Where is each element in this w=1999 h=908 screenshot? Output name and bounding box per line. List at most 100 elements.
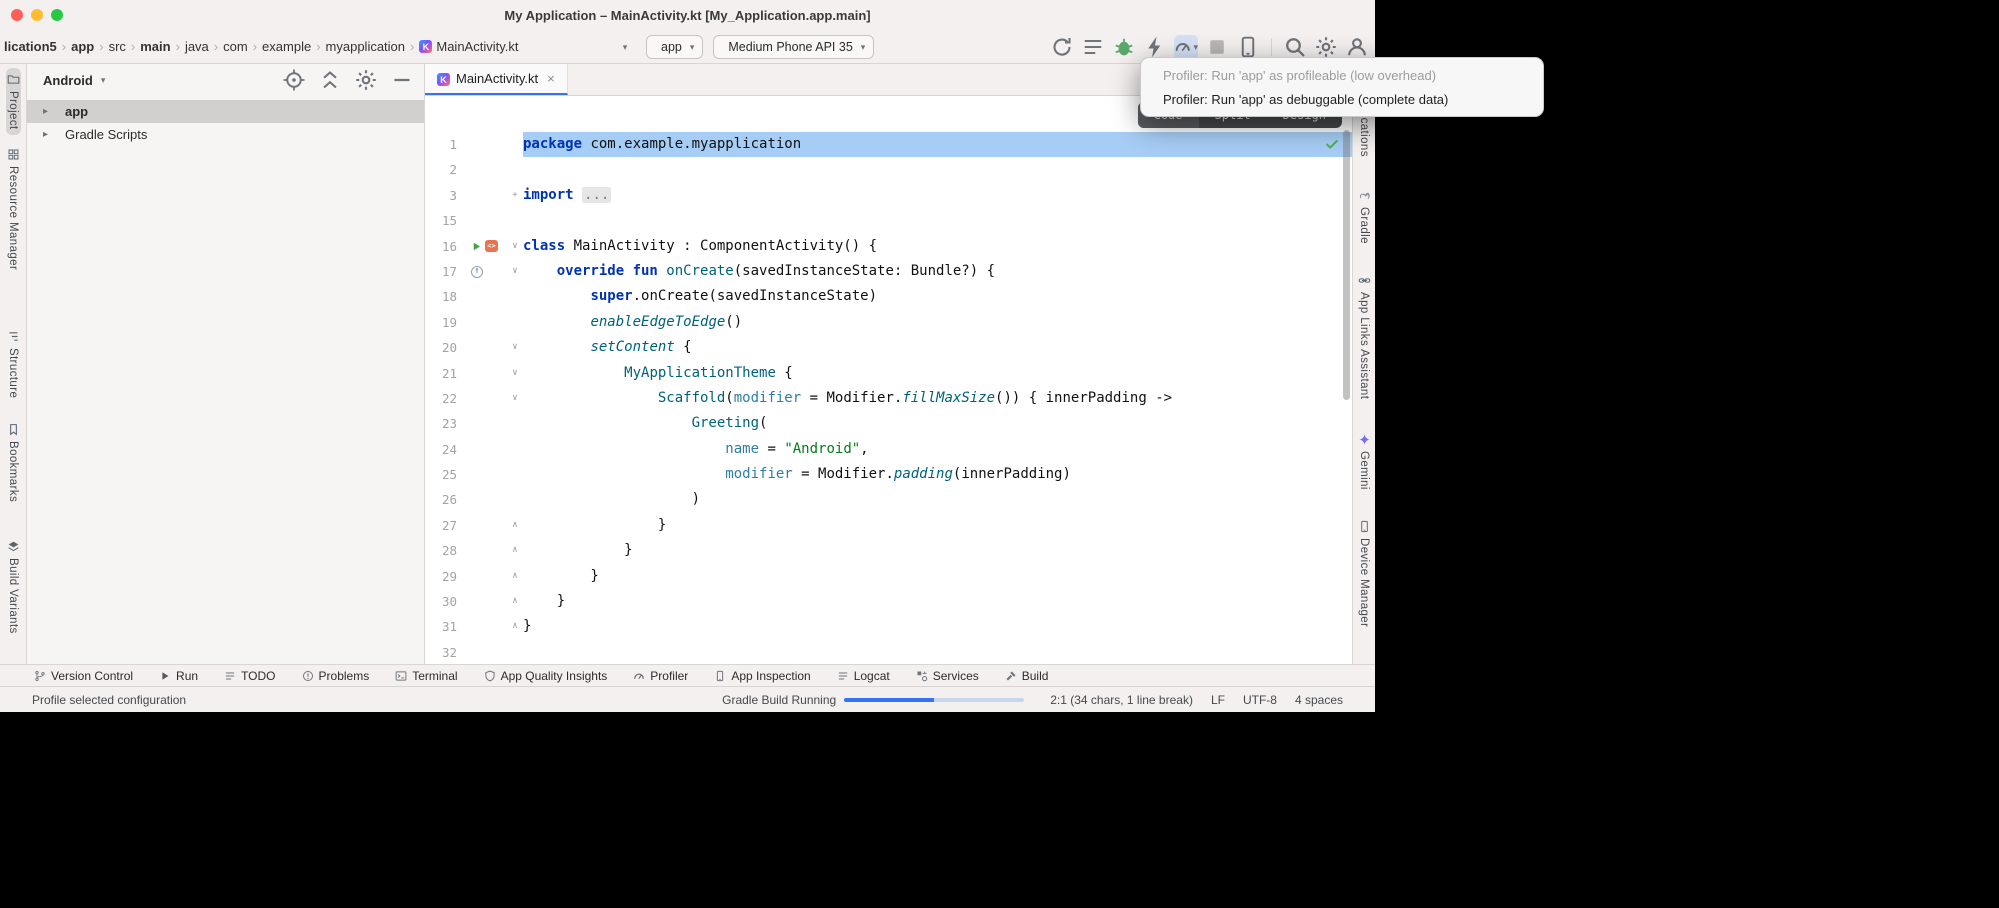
code-line-18[interactable]: 18 super.onCreate(savedInstanceState) (425, 284, 1352, 309)
editor-scrollbar[interactable] (1343, 130, 1350, 400)
breadcrumb-item[interactable]: com (221, 39, 250, 54)
chevron-right-icon[interactable]: ▸ (43, 129, 53, 140)
run-config-selector[interactable]: app▾ (646, 35, 703, 59)
tool-stripe-device-manager[interactable]: Device Manager (1357, 515, 1372, 632)
code-line-26[interactable]: 26 ) (425, 487, 1352, 512)
encoding[interactable]: UTF-8 (1243, 693, 1277, 707)
zoom-window-button[interactable] (51, 9, 63, 21)
fold-marker[interactable]: + (507, 183, 523, 208)
toolwindow-services[interactable]: Services (916, 669, 979, 683)
code-line-15[interactable]: 15 (425, 208, 1352, 233)
line-separator[interactable]: LF (1211, 693, 1225, 707)
breadcrumb-item[interactable]: lication5 (2, 39, 59, 54)
debug-button[interactable] (1112, 35, 1136, 59)
toolwindow-app-inspection[interactable]: App Inspection (714, 669, 810, 683)
code-line-25[interactable]: 25 modifier = Modifier.padding(innerPadd… (425, 462, 1352, 487)
breadcrumb-item[interactable]: main (138, 39, 172, 54)
device-selector[interactable]: Medium Phone API 35▾ (713, 35, 874, 59)
locate-file-button[interactable] (282, 68, 306, 92)
toolwindow-todo[interactable]: TODO (224, 669, 275, 683)
code-line-2[interactable]: 2 (425, 157, 1352, 182)
status-message[interactable]: Profile selected configuration (32, 693, 186, 707)
tool-stripe-gradle[interactable]: Gradle (1357, 184, 1372, 249)
code-line-16[interactable]: 16<>∨class MainActivity : ComponentActiv… (425, 234, 1352, 259)
code-line-19[interactable]: 19 enableEdgeToEdge() (425, 310, 1352, 335)
code-line-3[interactable]: 3+import ... (425, 183, 1352, 208)
fold-marker[interactable]: ∨ (507, 234, 523, 259)
code-line-23[interactable]: 23 Greeting( (425, 411, 1352, 436)
indent-style[interactable]: 4 spaces (1295, 693, 1343, 707)
minimize-window-button[interactable] (31, 9, 43, 21)
tool-stripe-app-links-assistant[interactable]: App Links Assistant (1357, 269, 1372, 404)
code-line-17[interactable]: 17↑∨ override fun onCreate(savedInstance… (425, 259, 1352, 284)
breadcrumb-item[interactable]: example (260, 39, 313, 54)
fold-marker[interactable]: ∧ (507, 513, 523, 538)
tool-stripe-build-variants[interactable]: Build Variants (6, 535, 21, 639)
fold-marker[interactable]: ∨ (507, 335, 523, 360)
settings-button[interactable] (1314, 35, 1338, 59)
fold-marker[interactable]: ∨ (507, 361, 523, 386)
popup-item-profiler-run-app-[interactable]: Profiler: Run 'app' as profileable (low … (1141, 63, 1543, 87)
tool-stripe-project[interactable]: Project (6, 68, 21, 135)
code-line-32[interactable]: 32 (425, 640, 1352, 664)
run-list-button[interactable] (1081, 35, 1105, 59)
inspections-check-icon[interactable] (1324, 136, 1340, 152)
code-line-30[interactable]: 30∧ } (425, 589, 1352, 614)
breadcrumb-item[interactable]: src (107, 39, 128, 54)
tool-stripe-structure[interactable]: Structure (6, 325, 21, 403)
gutter[interactable]: ↑ (461, 259, 507, 284)
tree-item-app[interactable]: ▸app (27, 100, 424, 123)
apply-changes-button[interactable] (1143, 35, 1167, 59)
profiler-button[interactable]: ▾ (1174, 35, 1198, 59)
hide-panel-button[interactable] (390, 68, 414, 92)
code-line-28[interactable]: 28∧ } (425, 538, 1352, 563)
code-line-29[interactable]: 29∧ } (425, 564, 1352, 589)
gutter[interactable]: <> (461, 234, 507, 259)
tool-stripe-bookmarks[interactable]: Bookmarks (6, 418, 21, 507)
popup-item-profiler-run-app-[interactable]: Profiler: Run 'app' as debuggable (compl… (1141, 87, 1543, 111)
fold-marker[interactable]: ∧ (507, 564, 523, 589)
code-editor[interactable]: CodeSplitDesign 1package com.example.mya… (425, 96, 1352, 664)
toolwindow-app-quality-insights[interactable]: App Quality Insights (484, 669, 608, 683)
collapse-all-button[interactable] (318, 68, 342, 92)
code-line-27[interactable]: 27∧ } (425, 513, 1352, 538)
account-button[interactable] (1345, 35, 1369, 59)
fold-marker[interactable]: ∨ (507, 386, 523, 411)
breadcrumb-item[interactable]: java (183, 39, 211, 54)
panel-settings-button[interactable] (354, 68, 378, 92)
toolwindow-terminal[interactable]: Terminal (395, 669, 457, 683)
search-everywhere-button[interactable] (1283, 35, 1307, 59)
close-window-button[interactable] (11, 9, 23, 21)
history-button[interactable]: ▾ (612, 35, 636, 59)
tool-stripe-resource-manager[interactable]: Resource Manager (6, 143, 21, 275)
toolwindow-build[interactable]: Build (1005, 669, 1049, 683)
breadcrumb-item[interactable]: myapplication (324, 39, 408, 54)
device-manager-button[interactable] (1236, 35, 1260, 59)
stop-button[interactable] (1205, 35, 1229, 59)
fold-marker[interactable]: ∨ (507, 259, 523, 284)
breadcrumb-item[interactable]: app (69, 39, 96, 54)
chevron-right-icon[interactable]: ▸ (43, 106, 53, 117)
project-view-selector[interactable]: Android (43, 73, 93, 88)
toolwindow-profiler[interactable]: Profiler (633, 669, 688, 683)
toolwindow-problems[interactable]: Problems (302, 669, 370, 683)
rerun-button[interactable] (1050, 35, 1074, 59)
fold-marker[interactable]: ∧ (507, 538, 523, 563)
code-line-22[interactable]: 22∨ Scaffold(modifier = Modifier.fillMax… (425, 386, 1352, 411)
close-tab-icon[interactable]: × (547, 71, 555, 86)
fold-marker[interactable]: ∧ (507, 589, 523, 614)
code-line-31[interactable]: 31∧} (425, 614, 1352, 639)
tool-stripe-gemini[interactable]: Gemini (1357, 428, 1372, 495)
toolwindow-version-control[interactable]: Version Control (34, 669, 133, 683)
editor-tab-mainactivity[interactable]: K MainActivity.kt × (425, 64, 568, 95)
run-button[interactable] (884, 35, 908, 59)
toolwindow-run[interactable]: Run (159, 669, 198, 683)
toolwindow-logcat[interactable]: Logcat (837, 669, 890, 683)
code-line-20[interactable]: 20∨ setContent { (425, 335, 1352, 360)
tree-item-gradle-scripts[interactable]: ▸Gradle Scripts (27, 123, 424, 146)
fold-marker[interactable]: ∧ (507, 614, 523, 639)
breadcrumb-item[interactable]: KMainActivity.kt (417, 39, 520, 54)
caret-position[interactable]: 2:1 (34 chars, 1 line break) (1050, 693, 1193, 707)
chevron-down-icon[interactable]: ▾ (101, 75, 106, 86)
code-line-21[interactable]: 21∨ MyApplicationTheme { (425, 361, 1352, 386)
